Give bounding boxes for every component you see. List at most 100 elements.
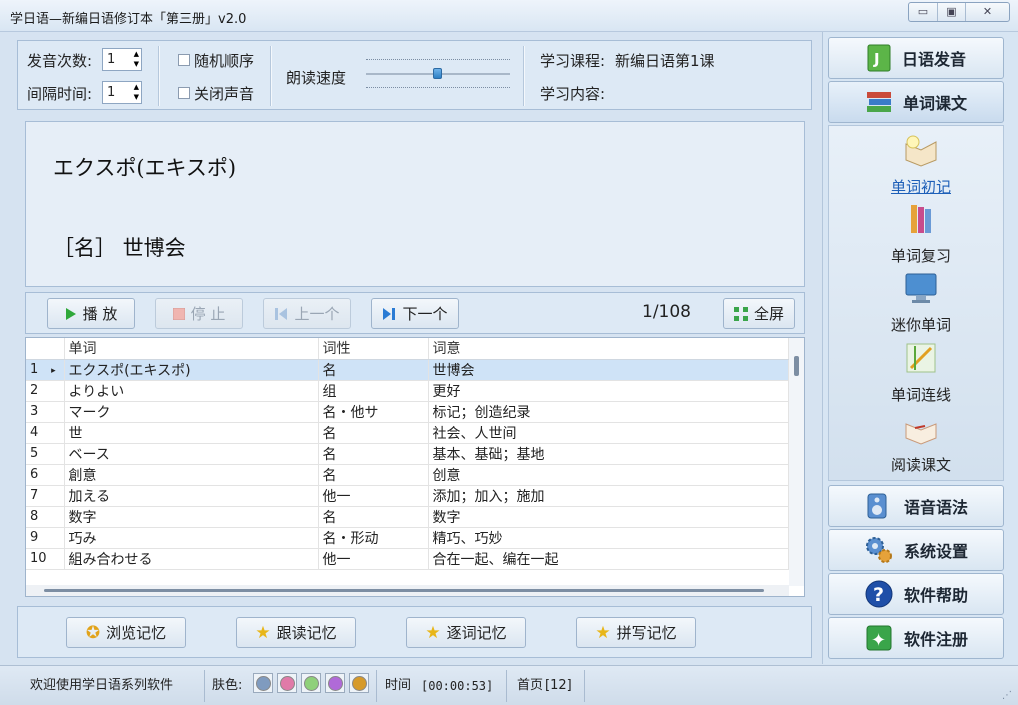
table-row[interactable]: 7 加える 他一 添加；加入；施加 <box>26 485 789 507</box>
course-value: 新编日语第1课 <box>615 52 715 70</box>
status-divider <box>506 670 507 702</box>
browse-memory-label: 浏览记忆 <box>106 624 167 642</box>
row-word: マーク <box>64 401 319 423</box>
play-icon <box>65 307 76 320</box>
time-value: [00:00:53] <box>421 679 494 693</box>
horizontal-scrollbar[interactable] <box>26 585 789 596</box>
next-button[interactable]: 下一个 <box>371 298 459 329</box>
word-counter: 1/108 <box>642 302 691 322</box>
nav-help[interactable]: ? 软件帮助 <box>828 573 1004 615</box>
nav-register[interactable]: ✦ 软件注册 <box>828 617 1004 659</box>
memory-toolbar: ✪ 浏览记忆 ★ 跟读记忆 ★ 逐词记忆 ★ 拼写记忆 <box>17 606 812 658</box>
matching-icon <box>906 343 936 373</box>
page-value: [12] <box>545 678 572 693</box>
nav-register-label: 软件注册 <box>903 630 968 649</box>
spinner-arrows-icon[interactable]: ▲ ▼ <box>134 49 139 69</box>
skin-label: 肤色: <box>212 678 243 693</box>
follow-memory-label: 跟读记忆 <box>276 624 337 642</box>
window-title: 学日语—新编日语修订本「第三册」v2.0 <box>10 12 247 27</box>
row-index: 1 ▸ <box>26 359 65 381</box>
table-row[interactable]: 5 ベース名基本、基础；基地 <box>26 443 789 465</box>
spinner-arrows-icon[interactable]: ▲ ▼ <box>134 82 139 102</box>
word-memory-label: 逐词记忆 <box>446 624 507 642</box>
page-label: 首页 <box>517 678 544 693</box>
skin-swatch-3[interactable] <box>301 673 321 693</box>
word-memory-button[interactable]: ★ 逐词记忆 <box>406 617 526 648</box>
sidebar: J 日语发音 单词课文 单词初记 单词复习 迷你单词 单词连线 阅读课文 语音语… <box>822 32 1018 664</box>
header-index <box>26 338 65 360</box>
vertical-scrollbar[interactable] <box>789 338 804 586</box>
nav-vocab[interactable]: 单词课文 <box>828 81 1004 123</box>
row-index: 6 <box>26 464 65 486</box>
table-row[interactable]: 9 巧み 名・形动 精巧、巧妙 <box>26 527 789 549</box>
header-meaning[interactable]: 词意 <box>428 338 789 360</box>
nav-pronunciation[interactable]: J 日语发音 <box>828 37 1004 79</box>
table-row[interactable]: 3 マーク 名・他サ 标记；创造纪录 <box>26 401 789 423</box>
table-row[interactable]: 4 世名社会、人世间 <box>26 422 789 444</box>
resize-grip-icon[interactable]: ⋰ <box>1002 690 1012 701</box>
mute-sound-checkbox[interactable] <box>178 87 190 99</box>
row-index: 8 <box>26 506 65 528</box>
spelling-memory-button[interactable]: ★ 拼写记忆 <box>576 617 696 648</box>
row-pos: 名 <box>318 359 429 381</box>
skin-swatch-5[interactable] <box>349 673 369 693</box>
skin-swatch-2[interactable] <box>277 673 297 693</box>
table-row[interactable]: 1 ▸ エクスポ(エキスポ) 名世博会 <box>26 359 789 381</box>
row-pos: 组 <box>318 380 429 402</box>
follow-memory-button[interactable]: ★ 跟读记忆 <box>236 617 356 648</box>
hscroll-thumb[interactable] <box>44 589 764 592</box>
row-meaning: 更好 <box>428 380 789 402</box>
nav-grammar[interactable]: 语音语法 <box>828 485 1004 527</box>
row-pos: 名 <box>318 464 429 486</box>
japanese-book-icon: J <box>867 44 891 72</box>
row-meaning: 世博会 <box>428 359 789 381</box>
table-row[interactable]: 10 組み合わせる 他一 合在一起、编在一起 <box>26 548 789 570</box>
row-word: 巧み <box>64 527 319 549</box>
sub-review[interactable]: 单词复习 <box>823 201 1018 266</box>
row-meaning: 创意 <box>428 464 789 486</box>
slider-thumb[interactable] <box>433 68 442 79</box>
header-word[interactable]: 单词 <box>64 338 319 360</box>
table-row[interactable]: 6 創意名创意 <box>26 464 789 486</box>
maximize-button[interactable]: ▣ <box>937 3 965 21</box>
random-order-checkbox[interactable] <box>178 54 190 66</box>
row-pos: 名・形动 <box>318 527 429 549</box>
nav-pronunciation-label: 日语发音 <box>901 50 966 69</box>
sub-first-memory[interactable]: 单词初记 <box>823 132 1018 197</box>
header-pos[interactable]: 词性 <box>318 338 429 360</box>
row-pos: 名 <box>318 422 429 444</box>
play-button[interactable]: 播 放 <box>47 298 135 329</box>
word-table: 单词 词性 词意 1 ▸ エクスポ(エキスポ) 名世博会 2 よりよい组更好 3 マーク 名・… <box>25 337 805 597</box>
table-row[interactable]: 2 よりよい组更好 <box>26 380 789 402</box>
nav-settings-label: 系统设置 <box>903 542 968 561</box>
speed-slider[interactable] <box>366 51 510 99</box>
minimize-button[interactable]: ▭ <box>909 3 937 21</box>
row-word: よりよい <box>64 380 319 402</box>
nav-settings[interactable]: 系统设置 <box>828 529 1004 571</box>
sub-mini-words[interactable]: 迷你单词 <box>823 270 1018 335</box>
time-label: 时间 <box>385 678 412 693</box>
row-index: 9 <box>26 527 65 549</box>
browse-memory-button[interactable]: ✪ 浏览记忆 <box>66 617 186 648</box>
speed-label: 朗读速度 <box>286 69 347 87</box>
table-row[interactable]: 8 数字名数字 <box>26 506 789 528</box>
skin-color-dot <box>303 675 319 691</box>
fullscreen-button[interactable]: 全屏 <box>723 298 795 329</box>
random-order-label: 随机顺序 <box>194 52 255 70</box>
prev-button[interactable]: 上一个 <box>263 298 351 329</box>
skin-swatch-1[interactable] <box>253 673 273 693</box>
star-icon: ★ <box>595 622 611 643</box>
scroll-thumb[interactable] <box>794 356 799 376</box>
close-button[interactable]: ✕ <box>965 3 1009 21</box>
interval-label: 间隔时间: <box>27 85 93 103</box>
row-pos: 名・他サ <box>318 401 429 423</box>
interval-spinner[interactable]: 1 ▲ ▼ <box>102 81 142 104</box>
stop-button[interactable]: 停 止 <box>155 298 243 329</box>
repeat-spinner[interactable]: 1 ▲ ▼ <box>102 48 142 71</box>
monitor-icon <box>905 273 937 303</box>
sub-read-text[interactable]: 阅读课文 <box>823 410 1018 475</box>
sub-word-matching[interactable]: 单词连线 <box>823 340 1018 405</box>
help-icon: ? <box>865 580 893 608</box>
star-icon: ✪ <box>85 622 101 643</box>
skin-swatch-4[interactable] <box>325 673 345 693</box>
